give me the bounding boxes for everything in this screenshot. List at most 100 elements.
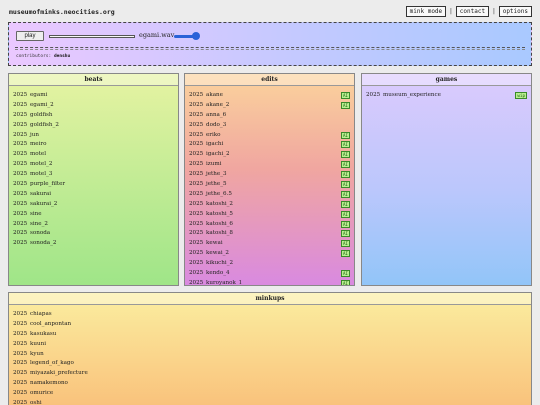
contact-button[interactable]: contact: [455, 6, 490, 17]
list-item[interactable]: 2025 namakemono: [13, 379, 531, 389]
item-link[interactable]: sakurai: [30, 191, 51, 197]
item-link[interactable]: jethe_6.5: [206, 191, 232, 197]
item-link[interactable]: sakurai_2: [30, 201, 57, 207]
item-link[interactable]: egami: [30, 92, 47, 98]
item-link[interactable]: igachi: [206, 141, 223, 147]
item-link[interactable]: sine_2: [30, 221, 48, 227]
item-link[interactable]: sonoda: [30, 230, 50, 236]
item-link[interactable]: jethe_5: [206, 181, 227, 187]
list-item[interactable]: 2025 museum_experience wip: [366, 91, 531, 101]
item-link[interactable]: sine: [30, 211, 42, 217]
item-link[interactable]: purple_filter: [30, 181, 65, 187]
item-link[interactable]: kuuni: [30, 341, 46, 347]
item-link[interactable]: katoshi_8: [206, 230, 233, 236]
item-link[interactable]: kikuchi_2: [206, 260, 233, 266]
list-item[interactable]: 2025 egami_2: [13, 101, 178, 111]
item-link[interactable]: goldfish_2: [30, 122, 59, 128]
list-item[interactable]: 2025 cool_anpontan: [13, 320, 531, 330]
list-item[interactable]: 2025 katoshi_2 AI: [189, 200, 354, 210]
item-link[interactable]: akane: [206, 92, 223, 98]
list-item[interactable]: 2025 akane_2 AI: [189, 101, 354, 111]
item-link[interactable]: igachi_2: [206, 151, 230, 157]
list-item[interactable]: 2025 legend_of_kago: [13, 359, 531, 369]
list-item[interactable]: 2025 sonoda_2: [13, 239, 178, 249]
list-item[interactable]: 2025 kuroyanok_1 AI: [189, 279, 354, 285]
list-item[interactable]: 2025 kewai AI: [189, 239, 354, 249]
list-item[interactable]: 2025 kewai_2 AI: [189, 249, 354, 259]
item-link[interactable]: kendo_4: [206, 270, 230, 276]
list-item[interactable]: 2025 kyun: [13, 350, 531, 360]
item-link[interactable]: oshi: [30, 400, 42, 405]
item-link[interactable]: chiapas: [30, 311, 52, 317]
list-item[interactable]: 2025 omurice: [13, 389, 531, 399]
item-link[interactable]: kuroyanok_1: [206, 280, 242, 285]
list-item[interactable]: 2025 anna_6: [189, 111, 354, 121]
item-link[interactable]: katoshi_6: [206, 221, 233, 227]
play-button[interactable]: play: [16, 31, 44, 41]
list-item[interactable]: 2025 sakurai: [13, 190, 178, 200]
list-item[interactable]: 2025 purple_filter: [13, 180, 178, 190]
item-link[interactable]: motel_2: [30, 161, 52, 167]
list-item[interactable]: 2025 sonoda: [13, 229, 178, 239]
list-item[interactable]: 2025 motel_3: [13, 170, 178, 180]
list-item[interactable]: 2025 sakurai_2: [13, 200, 178, 210]
list-item[interactable]: 2025 akane AI: [189, 91, 354, 101]
list-item[interactable]: 2025 kuuni: [13, 340, 531, 350]
item-link[interactable]: dodo_3: [206, 122, 226, 128]
item-link[interactable]: goldfish: [30, 112, 53, 118]
item-link[interactable]: meiro: [30, 141, 46, 147]
list-item[interactable]: 2025 igachi AI: [189, 140, 354, 150]
item-link[interactable]: jethe_3: [206, 171, 227, 177]
item-link[interactable]: kasukasu: [30, 331, 56, 337]
item-link[interactable]: kewai_2: [206, 250, 229, 256]
options-button[interactable]: options: [498, 6, 532, 17]
list-item[interactable]: 2025 miyazaki_prefecture: [13, 369, 531, 379]
list-item[interactable]: 2025 dodo_3: [189, 121, 354, 131]
item-link[interactable]: legend_of_kago: [30, 360, 74, 366]
list-item[interactable]: 2025 kikuchi_2: [189, 259, 354, 269]
list-item[interactable]: 2025 goldfish: [13, 111, 178, 121]
list-item[interactable]: 2025 meiro: [13, 140, 178, 150]
list-item[interactable]: 2025 sine: [13, 210, 178, 220]
item-link[interactable]: eriko: [206, 132, 221, 138]
list-item[interactable]: 2025 motel: [13, 150, 178, 160]
item-link[interactable]: sonoda_2: [30, 240, 56, 246]
item-link[interactable]: kewai: [206, 240, 223, 246]
item-link[interactable]: museum_experience: [383, 92, 441, 98]
list-item[interactable]: 2025 kasukasu: [13, 330, 531, 340]
list-item[interactable]: 2025 jethe_5 AI: [189, 180, 354, 190]
item-link[interactable]: izumi: [206, 161, 221, 167]
list-item[interactable]: 2025 chiapas: [13, 310, 531, 320]
item-link[interactable]: cool_anpontan: [30, 321, 71, 327]
list-item[interactable]: 2025 eriko AI: [189, 131, 354, 141]
item-link[interactable]: anna_6: [206, 112, 226, 118]
list-item[interactable]: 2025 motel_2: [13, 160, 178, 170]
item-link[interactable]: miyazaki_prefecture: [30, 370, 88, 376]
progress-bar[interactable]: [49, 35, 135, 38]
list-item[interactable]: 2025 jun: [13, 131, 178, 141]
item-link[interactable]: jun: [30, 132, 39, 138]
list-item[interactable]: 2025 jethe_3 AI: [189, 170, 354, 180]
item-link[interactable]: motel_3: [30, 171, 52, 177]
list-item[interactable]: 2025 katoshi_6 AI: [189, 220, 354, 230]
item-link[interactable]: katoshi_2: [206, 201, 233, 207]
item-link[interactable]: motel: [30, 151, 46, 157]
list-item[interactable]: 2025 katoshi_8 AI: [189, 229, 354, 239]
volume-slider-thumb[interactable]: [192, 32, 200, 40]
mink-mode-button[interactable]: mink mode: [405, 6, 447, 17]
item-link[interactable]: kyun: [30, 351, 44, 357]
list-item[interactable]: 2025 jethe_6.5 AI: [189, 190, 354, 200]
item-link[interactable]: namakemono: [30, 380, 68, 386]
list-item[interactable]: 2025 egami: [13, 91, 178, 101]
list-item[interactable]: 2025 oshi: [13, 399, 531, 405]
item-link[interactable]: akane_2: [206, 102, 229, 108]
list-item[interactable]: 2025 igachi_2 AI: [189, 150, 354, 160]
contributors-value[interactable]: denshu: [54, 54, 70, 59]
item-link[interactable]: egami_2: [30, 102, 54, 108]
list-item[interactable]: 2025 izumi AI: [189, 160, 354, 170]
list-item[interactable]: 2025 goldfish_2: [13, 121, 178, 131]
list-item[interactable]: 2025 kendo_4 AI: [189, 269, 354, 279]
item-link[interactable]: omurice: [30, 390, 53, 396]
list-item[interactable]: 2025 sine_2: [13, 220, 178, 230]
item-link[interactable]: katoshi_5: [206, 211, 233, 217]
